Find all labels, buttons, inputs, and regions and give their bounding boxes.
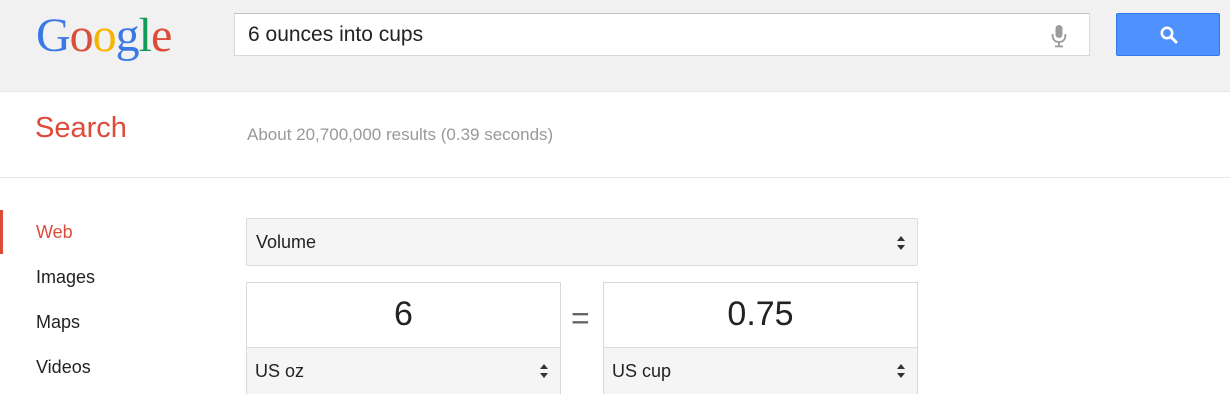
nav-active-indicator (0, 210, 3, 254)
from-unit-label: US oz (255, 361, 305, 381)
to-unit-select[interactable]: US cup (604, 347, 917, 394)
search-box (234, 13, 1090, 56)
to-unit-label: US cup (612, 361, 672, 381)
unit-type-select[interactable]: Volume (246, 218, 918, 266)
logo-letter: l (138, 9, 152, 62)
from-unit-select[interactable]: US oz (247, 347, 560, 394)
logo-letter: o (92, 9, 117, 62)
from-unit-box: 6 US oz (246, 282, 561, 394)
select-arrows-icon (897, 364, 905, 378)
logo-letter: e (151, 9, 172, 62)
search-input[interactable] (235, 14, 1035, 55)
search-title: Search (35, 112, 127, 144)
nav-item-web[interactable]: Web (36, 222, 73, 243)
header-bar: Google (0, 0, 1230, 92)
to-unit-box: 0.75 US cup (603, 282, 918, 394)
logo-letter: o (69, 9, 94, 62)
microphone-icon[interactable] (1049, 24, 1069, 48)
logo-letter: G (36, 9, 71, 62)
search-button[interactable] (1116, 13, 1220, 56)
unit-type-label: Volume (256, 232, 317, 252)
select-arrows-icon (897, 236, 905, 250)
select-arrows-icon (540, 364, 548, 378)
results-header: Search About 20,700,000 results (0.39 se… (0, 92, 1230, 178)
google-logo[interactable]: Google (36, 6, 172, 66)
page: Google Search About 20,700,000 results (… (0, 0, 1230, 400)
nav-item-images[interactable]: Images (36, 267, 95, 288)
to-value-input[interactable]: 0.75 (604, 283, 917, 346)
nav-item-videos[interactable]: Videos (36, 357, 91, 378)
magnifier-icon (1160, 26, 1178, 44)
logo-letter: g (115, 9, 140, 62)
equals-sign: = (571, 300, 590, 336)
result-stats: About 20,700,000 results (0.39 seconds) (247, 125, 554, 144)
from-value-input[interactable]: 6 (247, 283, 560, 346)
nav-item-maps[interactable]: Maps (36, 312, 80, 333)
